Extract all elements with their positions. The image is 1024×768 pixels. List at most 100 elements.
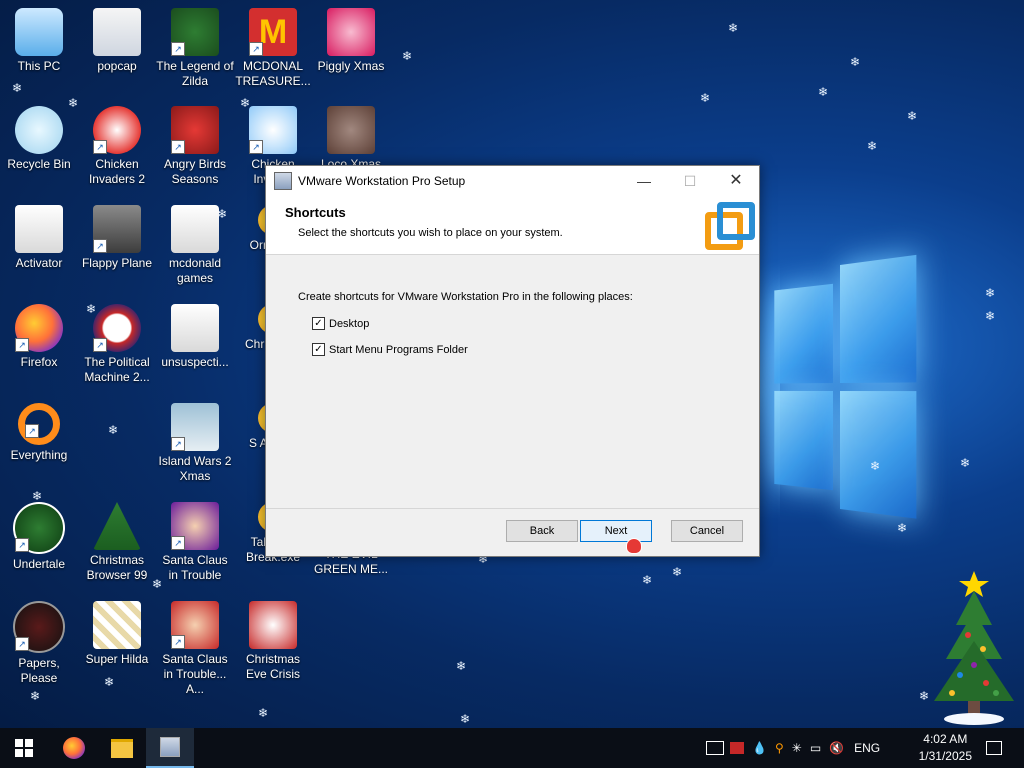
desktop-icon-chicken-invaders-2[interactable]: ↗ Chicken Invaders 2 bbox=[78, 106, 156, 187]
desktop-icon-mcdonald-games[interactable]: mcdonald games bbox=[156, 205, 234, 286]
desktop-icon-piggly-xmas[interactable]: Piggly Xmas bbox=[312, 8, 390, 74]
network-icon[interactable]: ✳ bbox=[792, 741, 802, 755]
setup-dialog: VMware Workstation Pro Setup — ☐ ✕ Short… bbox=[265, 165, 760, 557]
angry-birds-icon: ↗ bbox=[171, 106, 219, 154]
desktop-icon-santa-claus-in-trouble[interactable]: ↗ Santa Claus in Trouble bbox=[156, 502, 234, 583]
desktop-icon-label: Angry Birds Seasons bbox=[163, 157, 227, 186]
santa-icon bbox=[249, 601, 297, 649]
desktop-icon-label: Recycle Bin bbox=[7, 157, 71, 171]
start-button[interactable] bbox=[0, 728, 48, 768]
desktop-icon-everything[interactable]: ↗ Everything bbox=[0, 403, 78, 463]
display-icon[interactable]: ▭ bbox=[810, 741, 821, 755]
desktop-icon-label: The Legend of Zilda bbox=[156, 59, 234, 88]
shortcut-arrow-icon: ↗ bbox=[249, 140, 263, 154]
desktop-icon-mcdonal-treasure[interactable]: M ↗ MCDONAL TREASURE... bbox=[234, 8, 312, 89]
desktop-icon-island-wars-2[interactable]: ↗ Island Wars 2 Xmas bbox=[156, 403, 234, 484]
start-menu-shortcut-option[interactable]: ✓ Start Menu Programs Folder bbox=[312, 343, 468, 356]
dialog-title: VMware Workstation Pro Setup bbox=[298, 174, 466, 188]
back-button[interactable]: Back bbox=[506, 520, 578, 542]
desktop-icon-flappy-plane[interactable]: ↗ Flappy Plane bbox=[78, 205, 156, 271]
teddy-bear-icon bbox=[327, 106, 375, 154]
firefox-icon bbox=[63, 737, 85, 759]
desktop-icon-papers-please[interactable]: ↗ Papers, Please bbox=[0, 601, 78, 686]
desktop-icon-activator[interactable]: Activator bbox=[0, 205, 78, 271]
desktop-icon-recycle-bin[interactable]: Recycle Bin bbox=[0, 106, 78, 172]
volume-muted-icon[interactable]: 🔇 bbox=[829, 741, 844, 755]
vmware-logo-icon bbox=[705, 202, 755, 250]
computer-icon bbox=[15, 8, 63, 56]
desktop-icon-label: popcap bbox=[97, 59, 137, 73]
shortcut-arrow-icon: ↗ bbox=[15, 637, 29, 651]
installer-icon bbox=[160, 737, 180, 757]
language-indicator[interactable]: ENG bbox=[854, 741, 880, 755]
shortcut-arrow-icon: ↗ bbox=[171, 635, 185, 649]
christmas-tree-icon bbox=[93, 502, 141, 550]
desktop-checkbox[interactable]: ✓ bbox=[312, 317, 325, 330]
shortcut-arrow-icon: ↗ bbox=[249, 42, 263, 56]
desktop-icon-label: Activator bbox=[15, 256, 63, 270]
tray-app-icon[interactable] bbox=[706, 741, 724, 755]
desktop-icon-label: Chicken Invaders 2 bbox=[88, 157, 146, 186]
zilda-icon: ↗ bbox=[171, 8, 219, 56]
clock-time: 4:02 AM bbox=[923, 732, 968, 746]
taskbar-vmware-setup[interactable] bbox=[146, 728, 194, 768]
taskbar-file-explorer[interactable] bbox=[98, 728, 146, 768]
drop-icon[interactable]: 💧 bbox=[752, 741, 767, 755]
desktop-icon-this-pc[interactable]: This PC bbox=[0, 8, 78, 74]
desktop-icon-label: Christmas Eve Crisis bbox=[245, 652, 300, 681]
desktop-icon-undertale[interactable]: ↗ Undertale bbox=[0, 502, 78, 572]
santa-icon: ↗ bbox=[171, 502, 219, 550]
shortcut-arrow-icon: ↗ bbox=[25, 424, 39, 438]
pig-icon bbox=[327, 8, 375, 56]
desktop-icon-label: Santa Claus in Trouble... A... bbox=[162, 652, 228, 696]
desktop-icon-label: Piggly Xmas bbox=[317, 59, 385, 73]
search-tool-icon[interactable]: ⚲ bbox=[775, 741, 784, 755]
desktop-icon-label: This PC bbox=[17, 59, 61, 73]
flappy-plane-icon: ↗ bbox=[93, 205, 141, 253]
desktop-shortcut-option[interactable]: ✓ Desktop bbox=[312, 317, 369, 330]
desktop-icon-label: Papers, Please bbox=[18, 656, 60, 685]
clock[interactable]: 4:02 AM 1/31/2025 bbox=[919, 731, 972, 765]
magnifier-icon: ↗ bbox=[18, 403, 60, 445]
shortcut-arrow-icon: ↗ bbox=[15, 538, 29, 552]
next-button[interactable]: Next bbox=[580, 520, 652, 542]
desktop-icon-label: mcdonald games bbox=[168, 256, 222, 285]
shortcut-arrow-icon: ↗ bbox=[93, 140, 107, 154]
dialog-titlebar[interactable]: VMware Workstation Pro Setup — ☐ ✕ bbox=[266, 166, 759, 196]
desktop-icon-political-machine[interactable]: ↗ The Political Machine 2... bbox=[78, 304, 156, 385]
desktop-icon-label: Island Wars 2 Xmas bbox=[158, 454, 232, 483]
desktop-icon-label: Undertale bbox=[12, 557, 66, 571]
desktop-icon-label: Firefox bbox=[20, 355, 58, 369]
taskbar-firefox[interactable] bbox=[50, 728, 98, 768]
tray-app-icon[interactable] bbox=[730, 742, 744, 754]
desktop-icon-popcap[interactable]: popcap bbox=[78, 8, 156, 74]
notification-center-button[interactable] bbox=[970, 728, 1018, 768]
minimize-button[interactable]: — bbox=[621, 166, 667, 196]
clock-date: 1/31/2025 bbox=[918, 749, 972, 763]
desktop-icon-legend-of-zilda[interactable]: ↗ The Legend of Zilda bbox=[156, 8, 234, 89]
shortcut-arrow-icon: ↗ bbox=[93, 338, 107, 352]
start-menu-checkbox-label: Start Menu Programs Folder bbox=[329, 343, 468, 356]
cancel-button[interactable]: Cancel bbox=[671, 520, 743, 542]
windows-logo-wallpaper bbox=[774, 254, 917, 525]
desktop-icon-unsuspecti[interactable]: unsuspecti... bbox=[156, 304, 234, 370]
desktop-icon-santa-claus-in-trouble-a[interactable]: ↗ Santa Claus in Trouble... A... bbox=[156, 601, 234, 697]
dialog-body: Create shortcuts for VMware Workstation … bbox=[266, 255, 759, 509]
desktop-icon-christmas-eve-crisis[interactable]: Christmas Eve Crisis bbox=[234, 601, 312, 682]
desktop-icon-label: MCDONAL TREASURE... bbox=[235, 59, 311, 88]
notification-icon bbox=[986, 741, 1002, 755]
folder-icon bbox=[15, 205, 63, 253]
desktop-icon-angry-birds-seasons[interactable]: ↗ Angry Birds Seasons bbox=[156, 106, 234, 187]
christmas-tree-decoration bbox=[934, 571, 1014, 725]
shortcut-arrow-icon: ↗ bbox=[15, 338, 29, 352]
desktop-icon-label: Christmas Browser 99 bbox=[86, 553, 148, 582]
close-button[interactable]: ✕ bbox=[713, 166, 759, 196]
desktop-icon-loco-xmas[interactable]: Loco Xmas bbox=[312, 106, 390, 172]
island-wars-icon: ↗ bbox=[171, 403, 219, 451]
system-tray: 💧 ⚲ ✳ ▭ 🔇 ENG bbox=[706, 728, 880, 768]
desktop-icon-super-hilda[interactable]: Super Hilda bbox=[78, 601, 156, 667]
shortcut-arrow-icon: ↗ bbox=[93, 239, 107, 253]
desktop-icon-christmas-browser-99[interactable]: Christmas Browser 99 bbox=[78, 502, 156, 583]
start-menu-checkbox[interactable]: ✓ bbox=[312, 343, 325, 356]
desktop-icon-firefox[interactable]: ↗ Firefox bbox=[0, 304, 78, 370]
